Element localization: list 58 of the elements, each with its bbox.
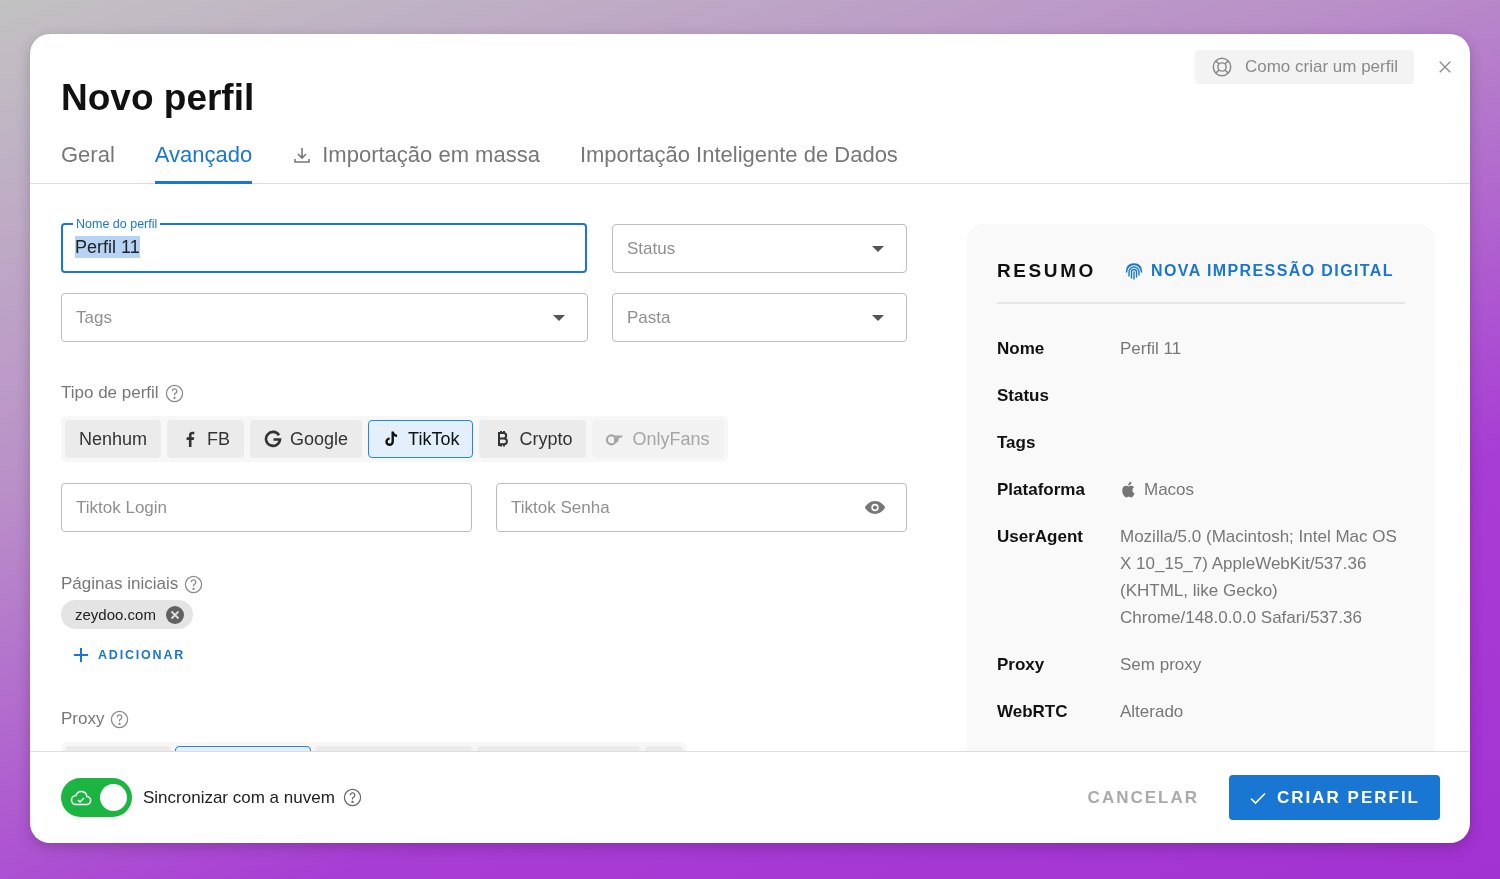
close-icon[interactable] [1438, 60, 1452, 74]
download-icon [292, 145, 313, 165]
profile-type-option[interactable]: Google [250, 420, 363, 458]
section-label: Tipo de perfil [61, 383, 159, 403]
summary-value: Macos [1144, 479, 1195, 501]
create-profile-button[interactable]: CRIAR PERFIL [1229, 775, 1440, 820]
summary-label: Tags [997, 432, 1037, 454]
summary-title: RESUMO [997, 260, 1096, 282]
login-field[interactable]: Tiktok Login [61, 483, 472, 532]
profile-type-option[interactable]: FB [167, 420, 245, 458]
profile-type-option[interactable]: Crypto [479, 420, 587, 458]
dropdown-select[interactable]: Tags [61, 293, 588, 342]
profile-name-field[interactable]: Nome do perfil Perfil 11 [61, 217, 587, 273]
tab[interactable]: Importação Inteligente de Dados [579, 138, 898, 184]
help-button[interactable]: Como criar um perfil [1194, 50, 1414, 84]
profile-type-option[interactable]: TikTok [368, 420, 474, 458]
lifebuoy-icon [1210, 56, 1233, 78]
section-label: Proxy [61, 709, 105, 729]
tab[interactable]: Importação em massa [292, 138, 540, 184]
summary-value: Alterado [1120, 701, 1185, 723]
summary-label: Nome [997, 338, 1046, 360]
dialog-title: Novo perfil [61, 76, 255, 120]
summary-label: Plataforma [997, 479, 1086, 501]
summary-value: Mozilla/5.0 (Macintosh; Intel Mac OS X 10_15_7) AppleWebKit/537.36 (KHTML, like Gecko) Chrome/148.0.0.0 Safari/537.36 [1120, 526, 1398, 629]
add-button[interactable]: ADICIONAR [74, 648, 186, 662]
google-icon [264, 430, 283, 448]
summary-label: UserAgent [997, 526, 1084, 548]
caret-icon [553, 314, 565, 321]
caret-icon [872, 245, 884, 252]
help-icon[interactable] [164, 383, 184, 403]
dropdown-select[interactable]: Pasta [612, 293, 907, 342]
password-field[interactable]: Tiktok Senha [496, 483, 907, 532]
plus-icon [74, 648, 88, 662]
summary-label: WebRTC [997, 701, 1069, 723]
status-select[interactable]: Status [612, 224, 907, 273]
summary-value: Sem proxy [1120, 654, 1203, 676]
section-label: Páginas iniciais [61, 574, 179, 594]
eye-icon[interactable] [864, 500, 886, 515]
summary-label: Proxy [997, 654, 1046, 676]
fingerprint-icon [1124, 261, 1144, 281]
remove-icon[interactable] [165, 605, 184, 624]
tab[interactable]: Avançado [154, 138, 253, 184]
new-fingerprint-button[interactable]: NOVA IMPRESSÃO DIGITAL [1124, 261, 1394, 281]
field-label: Nome do perfil [75, 217, 159, 231]
sync-toggle[interactable] [61, 778, 132, 817]
tab[interactable]: Geral [61, 138, 115, 184]
summary-label: Status [997, 385, 1050, 407]
chip-label: zeydoo.com [75, 606, 156, 623]
caret-icon [872, 314, 884, 321]
help-icon[interactable] [110, 709, 130, 729]
apple-icon [1120, 481, 1135, 498]
cancel-button[interactable]: CANCELAR [1087, 777, 1199, 818]
sync-label: Sincronizar com a nuvem [143, 787, 335, 808]
cloud-check-icon [70, 789, 92, 806]
help-icon[interactable] [184, 574, 204, 594]
summary-value: Perfil 11 [1120, 338, 1183, 360]
profile-type-option[interactable]: Nenhum [65, 420, 162, 458]
help-icon[interactable] [342, 788, 362, 807]
